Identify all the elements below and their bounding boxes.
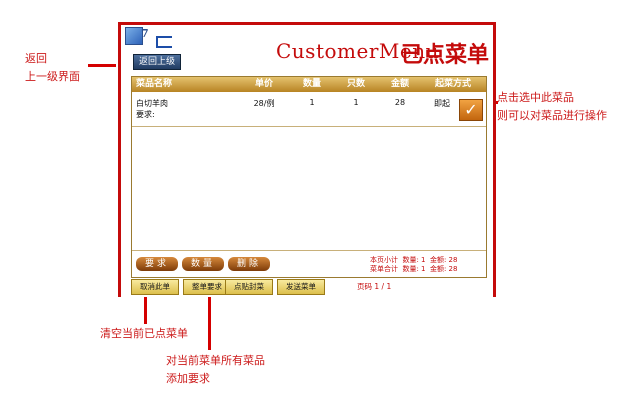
table-header: 菜品名称 单价 数量 只数 金额 起菜方式: [132, 77, 486, 92]
dish-serve-method: 即起: [434, 99, 450, 108]
page-title-zh: 已点菜单: [401, 43, 490, 68]
page-indicator: 页码 1 / 1: [357, 282, 392, 291]
back-button[interactable]: 返回上级: [133, 54, 181, 70]
annotation-clear-pointer: [144, 294, 147, 324]
table-row[interactable]: 白切羊肉 要求: 28/例 1 1 28 即起 ✓: [132, 94, 486, 127]
annotation-back: 返回 上一级界面: [25, 50, 80, 86]
bracket-icon: [156, 36, 172, 48]
header-amount: 金额: [390, 79, 409, 89]
order-table: 菜品名称 单价 数量 只数 金额 起菜方式 白切羊肉 要求: 28/例 1 1 …: [131, 76, 487, 278]
menu-total-amount: 金额: 28: [429, 265, 458, 273]
select-check-icon[interactable]: ✓: [459, 99, 483, 121]
menu-total: 菜单合计 数量: 1 金额: 28: [370, 265, 457, 274]
order-request-button[interactable]: 整单要求: [183, 279, 231, 295]
quantity-button[interactable]: 数量: [182, 257, 224, 271]
dish-note: 要求:: [136, 110, 155, 119]
page-subtotal: 本页小计 数量: 1 金额: 28: [370, 256, 457, 265]
annotation-back-pointer: [88, 64, 116, 67]
request-button[interactable]: 要求: [136, 257, 178, 271]
annotation-request-line2: 添加要求: [166, 372, 210, 385]
page-subtotal-qty: 数量: 1: [402, 256, 426, 264]
delete-button[interactable]: 删除: [228, 257, 270, 271]
logo-glyph: 7: [141, 27, 149, 40]
annotation-back-line1: 返回: [25, 52, 47, 65]
annotation-select-line2: 则可以对菜品进行操作: [497, 109, 607, 122]
dish-amount: 28: [394, 98, 406, 107]
header-price: 单价: [254, 79, 273, 89]
annotation-request-pointer: [208, 294, 211, 350]
header-serve-method: 起菜方式: [434, 79, 471, 89]
seal-dish-button[interactable]: 点贴封菜: [225, 279, 273, 295]
header-dish-name: 菜品名称: [136, 79, 173, 89]
header-count: 只数: [346, 79, 365, 89]
annotation-select-line1: 点击选中此菜品: [497, 91, 574, 104]
send-menu-button[interactable]: 发送菜单: [277, 279, 325, 295]
dish-count: 1: [353, 98, 359, 107]
annotation-clear: 清空当前已点菜单: [100, 327, 188, 340]
annotation-request-line1: 对当前菜单所有菜品: [166, 354, 265, 367]
clear-order-button[interactable]: 取消此单: [131, 279, 179, 295]
dish-quantity: 1: [309, 98, 315, 107]
menu-total-label: 菜单合计: [370, 265, 398, 273]
annotation-request: 对当前菜单所有菜品 添加要求: [166, 352, 265, 388]
action-bar: 要求 数量 删除 本页小计 数量: 1 金额: 28 菜单合计 数量: 1 金额…: [132, 250, 486, 278]
dish-price: 28/例: [253, 99, 275, 108]
page-subtotal-amount: 金额: 28: [429, 256, 458, 264]
annotation-back-line2: 上一级界面: [25, 70, 80, 83]
customer-menu-window: 7 返回上级 CustomerMenu 已点菜单 菜品名称 单价 数量 只数 金…: [118, 22, 496, 297]
header-quantity: 数量: [302, 79, 321, 89]
annotation-select: 点击选中此菜品 则可以对菜品进行操作: [497, 89, 607, 125]
page-subtotal-label: 本页小计: [370, 256, 398, 264]
menu-total-qty: 数量: 1: [402, 265, 426, 273]
dish-name: 白切羊肉: [136, 99, 168, 108]
